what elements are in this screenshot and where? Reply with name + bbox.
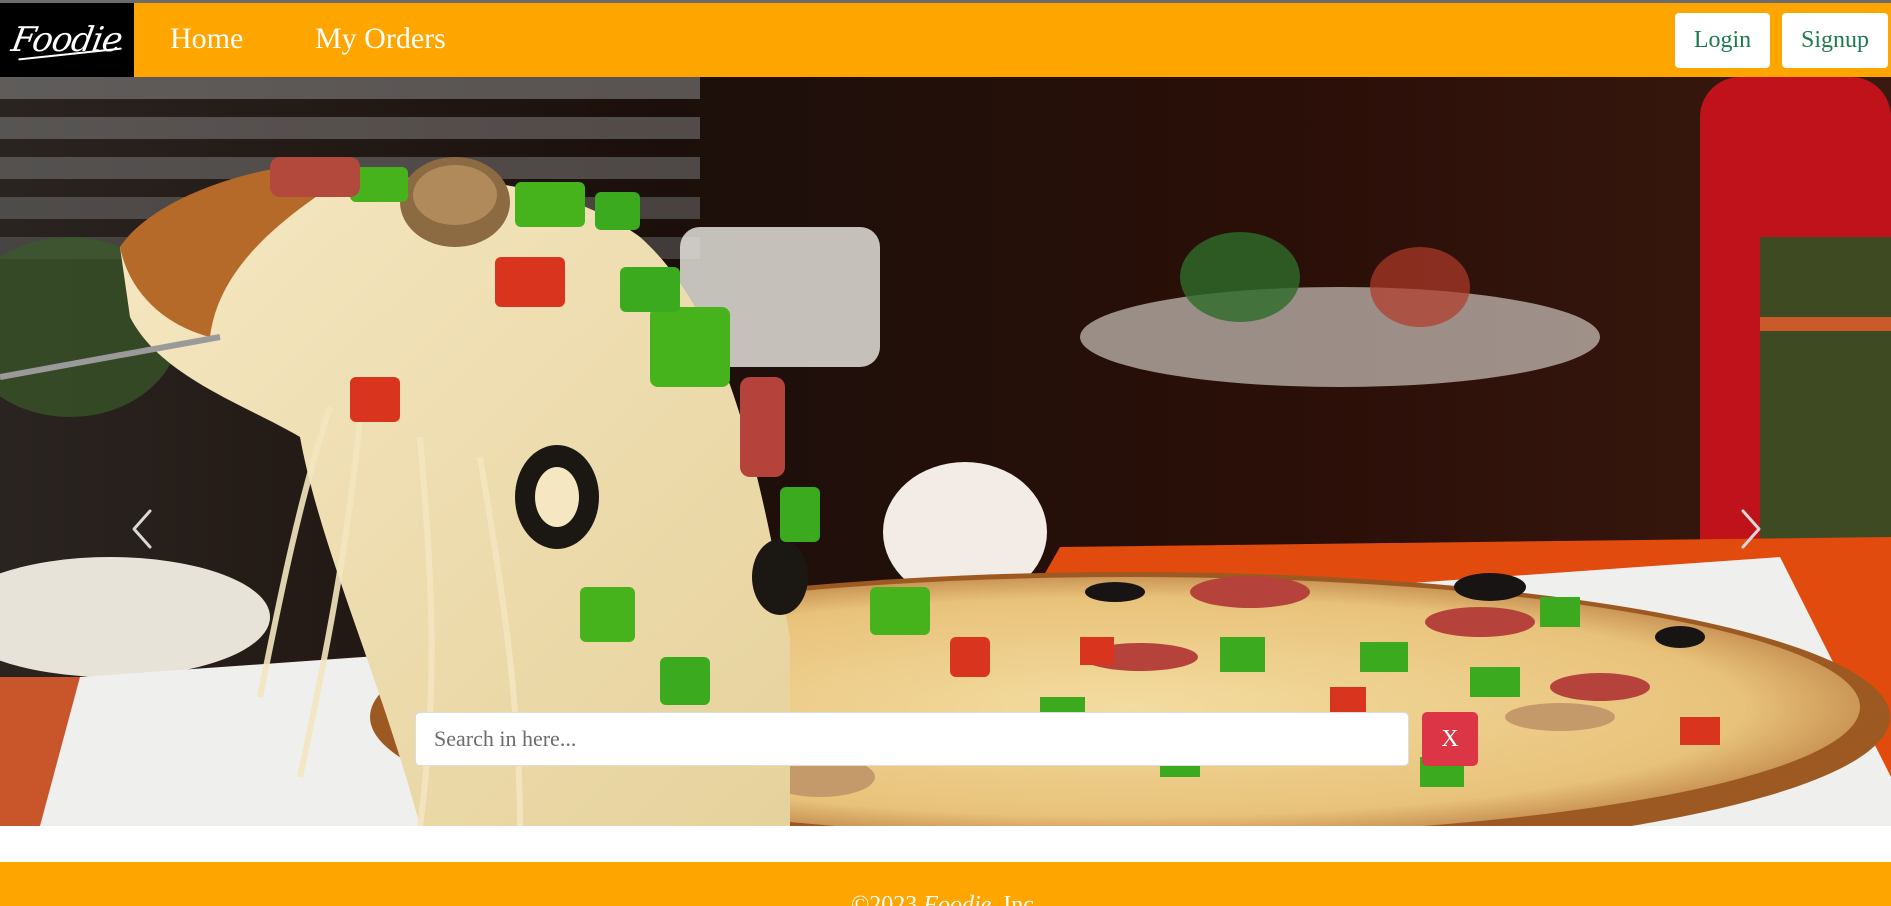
chevron-right-icon [1741,509,1761,549]
nav-home-link[interactable]: Home [170,22,243,56]
clear-search-button[interactable]: X [1422,712,1478,766]
footer: ©2023 Foodie, Inc. [0,862,1891,906]
chevron-left-icon [132,509,152,549]
footer-copyright: ©2023 Foodie, Inc. [0,892,1891,906]
copyright-prefix: ©2023 [851,892,924,906]
copyright-suffix: , Inc. [991,892,1040,906]
nav-my-orders-link[interactable]: My Orders [315,22,446,56]
login-button[interactable]: Login [1675,13,1770,68]
footer-brand: Foodie [923,892,992,906]
brand-logo[interactable]: Foodie [0,3,134,77]
carousel-prev-button[interactable] [122,507,162,551]
navbar: Foodie Home My Orders Login Signup [0,3,1891,77]
search-input[interactable] [415,712,1409,766]
signup-button[interactable]: Signup [1782,13,1888,68]
carousel-next-button[interactable] [1731,507,1771,551]
